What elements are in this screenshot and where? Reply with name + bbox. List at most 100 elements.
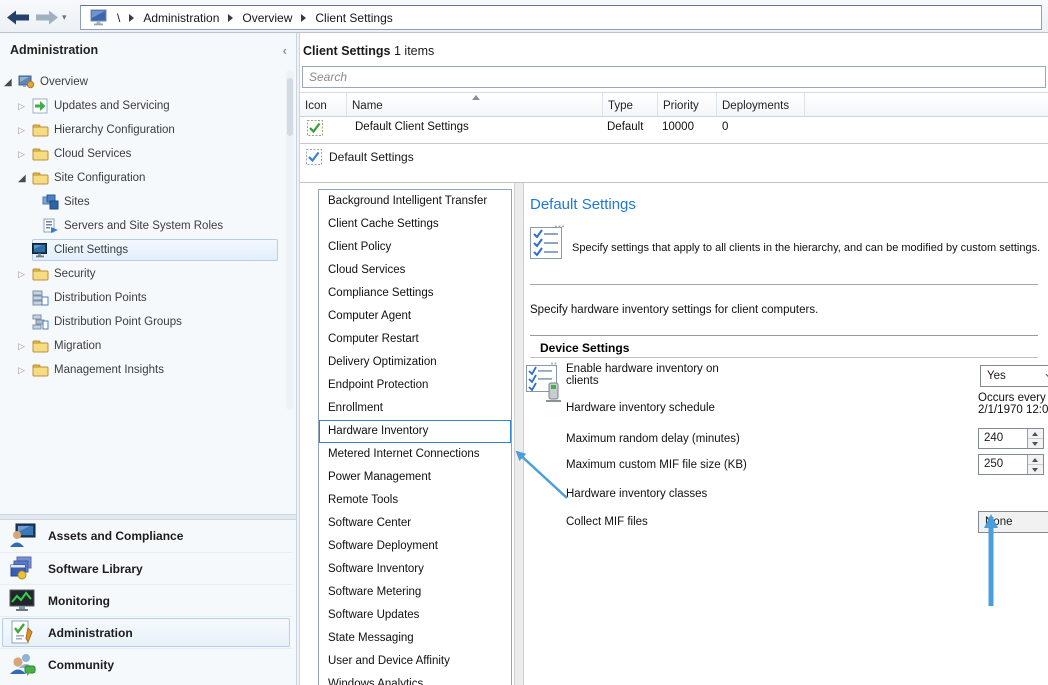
- tree-item-overview[interactable]: ◢ Overview: [0, 70, 284, 94]
- distribution-points-icon: [32, 290, 49, 306]
- folder-icon: [32, 146, 49, 162]
- column-header-priority[interactable]: Priority: [658, 93, 717, 116]
- tree-item-servers-and-site-system-roles[interactable]: Servers and Site System Roles: [0, 214, 284, 238]
- spin-up-icon[interactable]: [1028, 429, 1043, 439]
- search-input[interactable]: [302, 66, 1046, 88]
- column-header-type[interactable]: Type: [603, 93, 658, 116]
- breadcrumb-overview[interactable]: Overview: [242, 11, 292, 25]
- expander-expanded-icon[interactable]: ◢: [4, 77, 18, 88]
- breadcrumb-administration[interactable]: Administration: [143, 11, 219, 25]
- computer-icon: [90, 9, 108, 26]
- max-mif-size-spinner[interactable]: 250: [978, 454, 1044, 475]
- tree-item-distribution-points[interactable]: Distribution Points: [0, 286, 284, 310]
- section-item[interactable]: Metered Internet Connections: [319, 443, 511, 466]
- distribution-point-groups-icon: [32, 314, 49, 330]
- section-item[interactable]: Endpoint Protection: [319, 374, 511, 397]
- tree-item-client-settings[interactable]: Client Settings: [0, 238, 284, 262]
- folder-icon: [32, 338, 49, 354]
- tree-item-site-configuration[interactable]: ◢ Site Configuration: [0, 166, 284, 190]
- section-item[interactable]: Remote Tools: [319, 489, 511, 512]
- section-item[interactable]: Computer Restart: [319, 328, 511, 351]
- device-settings-icon: [525, 361, 567, 408]
- schedule-value: Occurs every 7 days effective 2/1/1970 1…: [978, 392, 1048, 416]
- collect-mif-files-combo[interactable]: None: [978, 511, 1048, 533]
- table-header: Icon Name Type Priority Deployments: [300, 92, 1048, 117]
- max-random-delay-spinner[interactable]: 240: [978, 428, 1044, 449]
- updates-icon: [32, 98, 49, 114]
- hardware-inventory-schedule-label: Hardware inventory schedule: [566, 402, 715, 414]
- expander-collapsed-icon[interactable]: ▷: [18, 149, 32, 160]
- breadcrumb-root[interactable]: \: [117, 11, 120, 25]
- section-item-selected[interactable]: Hardware Inventory: [319, 420, 511, 443]
- tree-item-label: Sites: [64, 196, 90, 208]
- workspace-monitoring[interactable]: Monitoring: [0, 584, 292, 616]
- tree-item-hierarchy-configuration[interactable]: ▷ Hierarchy Configuration: [0, 118, 284, 142]
- column-header-icon[interactable]: Icon: [300, 93, 347, 116]
- section-item[interactable]: Power Management: [319, 466, 511, 489]
- tree-item-management-insights[interactable]: ▷ Management Insights: [0, 358, 284, 382]
- spin-up-icon[interactable]: [1028, 455, 1043, 465]
- expander-collapsed-icon[interactable]: ▷: [18, 365, 32, 376]
- workspace-software-library[interactable]: Software Library: [0, 552, 292, 584]
- expander-collapsed-icon[interactable]: ▷: [18, 269, 32, 280]
- spinner-buttons: [1027, 455, 1043, 474]
- section-item[interactable]: Computer Agent: [319, 305, 511, 328]
- section-item[interactable]: Background Intelligent Transfer: [319, 190, 511, 213]
- tree-item-cloud-services[interactable]: ▷ Cloud Services: [0, 142, 284, 166]
- section-item[interactable]: User and Device Affinity: [319, 650, 511, 673]
- section-item[interactable]: Compliance Settings: [319, 282, 511, 305]
- sidebar-collapse-icon[interactable]: ‹: [283, 43, 287, 58]
- tree-item-label: Servers and Site System Roles: [64, 220, 223, 232]
- breadcrumb-separator-icon: [301, 14, 306, 22]
- list-title-count: 1 items: [391, 44, 435, 58]
- breadcrumb-client-settings[interactable]: Client Settings: [315, 11, 392, 25]
- section-item[interactable]: Software Inventory: [319, 558, 511, 581]
- tree-item-updates-and-servicing[interactable]: ▷ Updates and Servicing: [0, 94, 284, 118]
- section-item[interactable]: State Messaging: [319, 627, 511, 650]
- workspace-community[interactable]: Community: [0, 648, 292, 680]
- workspace-administration[interactable]: Administration: [0, 616, 292, 648]
- section-item[interactable]: Windows Analytics: [319, 673, 511, 685]
- section-item[interactable]: Software Center: [319, 512, 511, 535]
- default-settings-icon: [530, 225, 566, 264]
- column-header-deployments[interactable]: Deployments: [717, 93, 805, 116]
- expander-collapsed-icon[interactable]: ▷: [18, 341, 32, 352]
- list-title-text: Client Settings: [303, 44, 391, 58]
- enable-hardware-inventory-combo[interactable]: Yes: [980, 365, 1048, 387]
- section-item[interactable]: Client Policy: [319, 236, 511, 259]
- dialog-splitter[interactable]: [514, 183, 524, 685]
- section-item[interactable]: Cloud Services: [319, 259, 511, 282]
- tree-scrollbar[interactable]: [286, 70, 294, 410]
- tree-item-migration[interactable]: ▷ Migration: [0, 334, 284, 358]
- section-item[interactable]: Software Metering: [319, 581, 511, 604]
- tree-item-label: Cloud Services: [54, 148, 131, 160]
- community-icon: [8, 652, 38, 678]
- table-row[interactable]: Default Client Settings Default 10000 0: [300, 117, 1048, 140]
- spin-down-icon[interactable]: [1028, 439, 1043, 448]
- tree-item-security[interactable]: ▷ Security: [0, 262, 284, 286]
- workspace-assets-and-compliance[interactable]: Assets and Compliance: [0, 520, 292, 552]
- section-item[interactable]: Software Updates: [319, 604, 511, 627]
- history-dropdown-icon[interactable]: ▾: [62, 12, 67, 23]
- spin-down-icon[interactable]: [1028, 465, 1043, 474]
- assets-and-compliance-icon: [8, 523, 38, 549]
- back-button[interactable]: [4, 5, 32, 30]
- preview-pane-tab[interactable]: Default Settings: [306, 149, 414, 165]
- tree-item-label: Distribution Point Groups: [54, 316, 182, 328]
- expander-collapsed-icon[interactable]: ▷: [18, 125, 32, 136]
- default-settings-check-icon: [306, 149, 322, 165]
- tree-item-sites[interactable]: Sites: [0, 190, 284, 214]
- section-item[interactable]: Delivery Optimization: [319, 351, 511, 374]
- breadcrumb: \ Administration Overview Client Setting…: [80, 5, 1042, 30]
- expander-expanded-icon[interactable]: ◢: [18, 173, 32, 184]
- overview-icon: [18, 74, 35, 90]
- forward-button[interactable]: [33, 5, 61, 30]
- settings-panel: Default Settings Specify settings that a…: [530, 183, 1048, 685]
- section-item[interactable]: Client Cache Settings: [319, 213, 511, 236]
- panel-description: Specify settings that apply to all clien…: [572, 242, 1044, 254]
- expander-collapsed-icon[interactable]: ▷: [18, 101, 32, 112]
- tree-item-distribution-point-groups[interactable]: Distribution Point Groups: [0, 310, 284, 334]
- section-item[interactable]: Software Deployment: [319, 535, 511, 558]
- scrollbar-thumb[interactable]: [287, 78, 293, 136]
- section-item[interactable]: Enrollment: [319, 397, 511, 420]
